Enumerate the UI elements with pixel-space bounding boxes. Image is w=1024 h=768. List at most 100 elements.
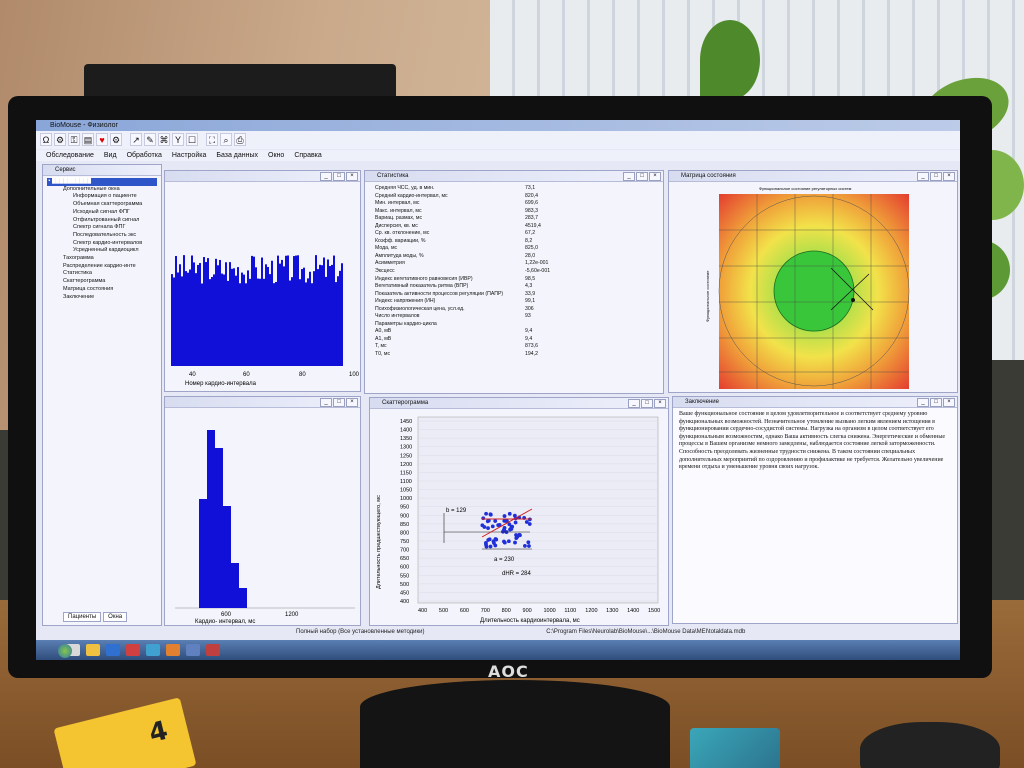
x-tick-label: 500 (439, 608, 448, 614)
tab-windows[interactable]: Окна (103, 612, 128, 622)
menu-item[interactable]: Обследование (46, 150, 94, 161)
histogram-bar (239, 283, 241, 366)
y-tick-label: 600 (400, 565, 409, 571)
menu-item[interactable]: Справка (294, 150, 321, 161)
panel-titlebar: Скаттерограмма _ □ × (370, 398, 668, 409)
screen: BioMouse - Физиолог Ω ⚙ ⚿ ▤ ♥ ⚙ ↗ ✎ ⌘ Y … (36, 120, 960, 660)
sidebar-item[interactable]: Спектр сигнала ФПГ (47, 224, 157, 232)
sidebar-tabs: Пациенты Окна (63, 612, 128, 622)
histogram-bar (313, 271, 315, 366)
scatter-point (490, 524, 495, 529)
maximize-button[interactable]: □ (333, 172, 345, 181)
toolbar-button[interactable]: ⛶ (206, 133, 218, 146)
sidebar-item[interactable]: Информация о пациенте (47, 193, 157, 201)
menu-item[interactable]: Обработка (127, 150, 162, 161)
toolbar-button[interactable]: ▤ (82, 133, 94, 146)
toolbar-button[interactable]: ↗ (130, 133, 142, 146)
x-tick-label: 100 (349, 372, 360, 378)
y-tick-label: 650 (400, 556, 409, 562)
a-label: a = 230 (494, 557, 515, 563)
toolbar-button[interactable]: ☐ (186, 133, 198, 146)
menu-item[interactable]: Вид (104, 150, 117, 161)
scatter-point (488, 544, 493, 549)
stat-label: Вегетативный показатель ритма (ВПР) (375, 283, 469, 290)
histogram-bar (197, 264, 199, 366)
histogram-bar (241, 272, 243, 366)
toolbar-button[interactable]: ✎ (144, 133, 156, 146)
histogram-bar (287, 255, 289, 366)
histogram-bar (233, 268, 235, 366)
menubar: Обследование Вид Обработка Настройка Баз… (36, 150, 960, 161)
start-button[interactable] (58, 644, 72, 658)
taskbar-app-icon[interactable] (206, 644, 220, 656)
tab-patients[interactable]: Пациенты (63, 612, 102, 622)
minimize-button[interactable]: _ (320, 398, 332, 407)
window-controls: _ □ × (917, 172, 955, 181)
stat-value: 9,4 (525, 328, 533, 335)
toolbar-button[interactable]: Y (172, 133, 184, 146)
close-button[interactable]: × (649, 172, 661, 181)
sidebar-item[interactable]: Статистика (47, 270, 157, 278)
sidebar-item[interactable]: Дополнительные окна (47, 186, 157, 194)
toolbar-button[interactable]: ⚙ (110, 133, 122, 146)
stat-value: 1,22e-001 (525, 260, 549, 267)
window-controls: _ □ × (917, 398, 955, 407)
histogram-bar (261, 257, 263, 366)
minimize-button[interactable]: _ (623, 172, 635, 181)
minimize-button[interactable]: _ (917, 398, 929, 407)
minimize-button[interactable]: _ (628, 399, 640, 408)
toolbar: Ω ⚙ ⚿ ▤ ♥ ⚙ ↗ ✎ ⌘ Y ☐ ⛶ ⌕ ⎙ (36, 131, 960, 149)
menu-item[interactable]: Окно (268, 150, 284, 161)
histogram-bar (203, 257, 205, 366)
sidebar-title: Сервис (43, 165, 161, 176)
menu-item[interactable]: Настройка (172, 150, 206, 161)
search-icon[interactable]: ⌕ (220, 133, 232, 146)
sidebar-item[interactable]: Матрица состояния (47, 286, 157, 294)
monitor-brand: AOC (488, 662, 529, 681)
sidebar-item[interactable]: Отфильтрованный сигнал (47, 217, 157, 225)
sidebar-item[interactable]: Заключение (47, 294, 157, 302)
taskbar-app-icon[interactable] (146, 644, 160, 656)
sidebar-item[interactable]: Распределение кардио-инте (47, 263, 157, 271)
toolbar-button[interactable]: ⌘ (158, 133, 170, 146)
histogram-bar (257, 278, 259, 366)
taskbar-app-icon[interactable] (126, 644, 140, 656)
toolbar-button[interactable]: ⎙ (234, 133, 246, 146)
taskbar-app-icon[interactable] (166, 644, 180, 656)
maximize-button[interactable]: □ (636, 172, 648, 181)
close-button[interactable]: × (943, 398, 955, 407)
x-tick-label: 1200 (285, 612, 299, 618)
minimize-button[interactable]: _ (917, 172, 929, 181)
toolbar-button[interactable]: Ω (40, 133, 52, 146)
toolbar-button[interactable]: ⚙ (54, 133, 66, 146)
close-button[interactable]: × (346, 398, 358, 407)
sidebar-item[interactable]: Усредненный кардиоцикл (47, 247, 157, 255)
close-button[interactable]: × (346, 172, 358, 181)
taskbar-app-icon[interactable] (86, 644, 100, 656)
sidebar-item[interactable]: Последовательность экс (47, 232, 157, 240)
sidebar-item[interactable]: Исходный сигнал ФПГ (47, 209, 157, 217)
maximize-button[interactable]: □ (930, 172, 942, 181)
menu-item[interactable]: База данных (216, 150, 258, 161)
toolbar-button[interactable]: ⚿ (68, 133, 80, 146)
sidebar-item[interactable]: Объемная скаттерограмма (47, 201, 157, 209)
card-number: 4 (146, 715, 171, 750)
taskbar-app-icon[interactable] (106, 644, 120, 656)
maximize-button[interactable]: □ (930, 398, 942, 407)
maximize-button[interactable]: □ (333, 398, 345, 407)
selected-patient[interactable]: ▪ ██████████ (47, 178, 157, 186)
stat-value: 93 (525, 313, 531, 320)
stat-value: 306 (525, 305, 534, 312)
heart-icon[interactable]: ♥ (96, 133, 108, 146)
taskbar-app-icon[interactable] (186, 644, 200, 656)
sidebar-item[interactable]: Тахограмма (47, 255, 157, 263)
close-button[interactable]: × (654, 399, 666, 408)
minimize-button[interactable]: _ (320, 172, 332, 181)
stat-value: 28,0 (525, 252, 536, 259)
panel-titlebar: Матрица состояния _ □ × (669, 171, 957, 182)
stat-row: Мин. интервал, мс 699,6 (375, 200, 653, 208)
sidebar-item[interactable]: Скаттерограмма (47, 278, 157, 286)
maximize-button[interactable]: □ (641, 399, 653, 408)
stat-row: Эксцесс -5,60e-001 (375, 268, 653, 276)
close-button[interactable]: × (943, 172, 955, 181)
